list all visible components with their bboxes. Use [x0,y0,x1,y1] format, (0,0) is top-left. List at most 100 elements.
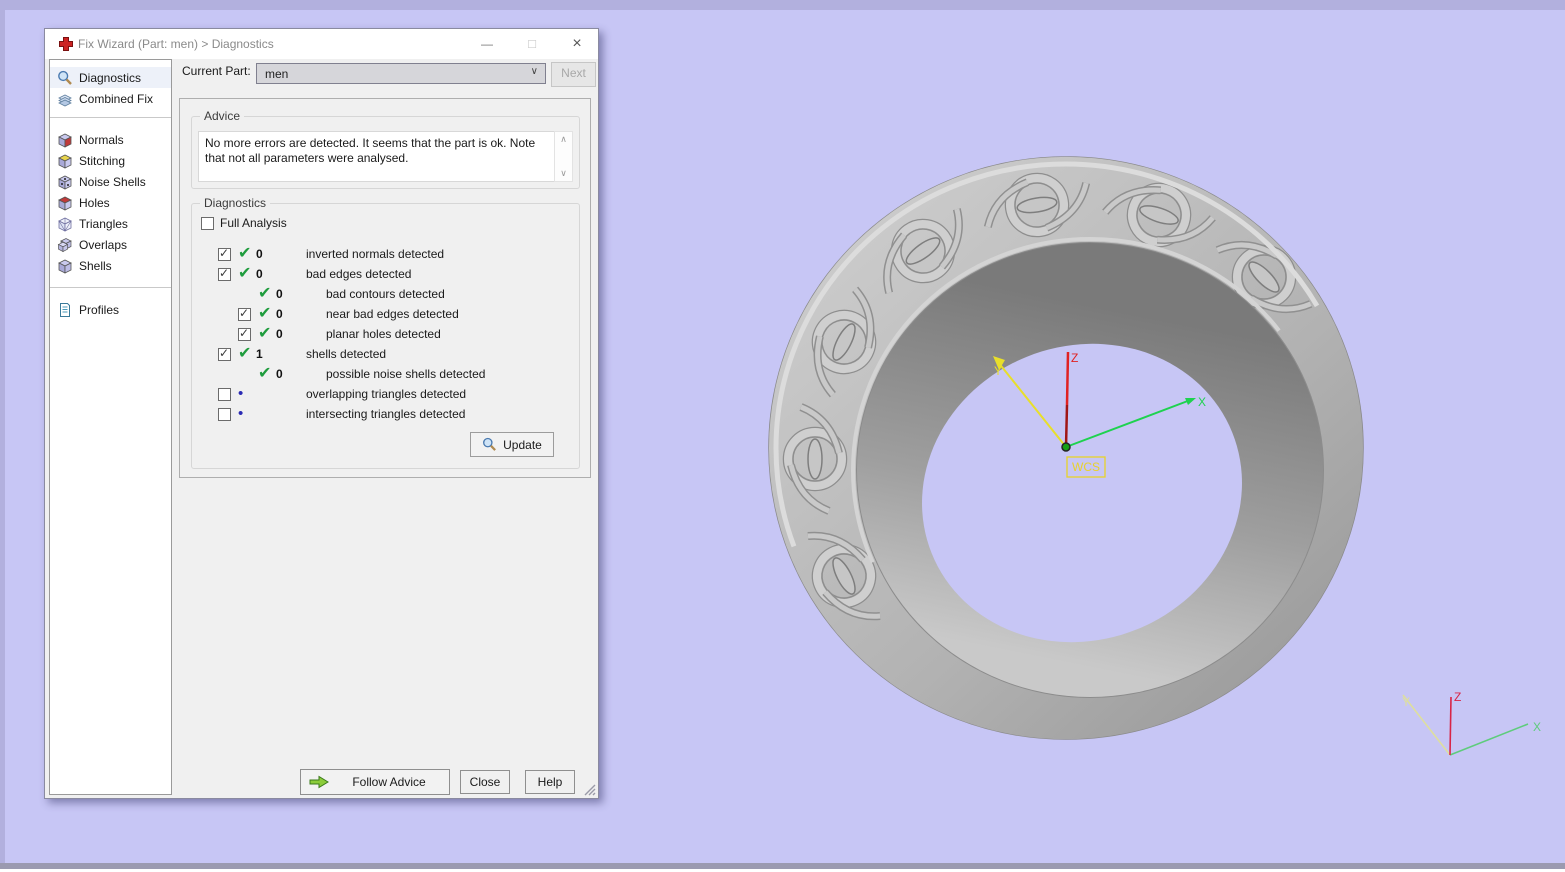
cube-dots-icon [57,174,73,190]
diagnostic-row-possible-noise-shells: ✔ 0 possible noise shells detected [192,364,579,384]
checkbox-check-icon: ✓ [239,306,249,320]
full-analysis-row: Full Analysis [201,216,287,230]
sidebar-item-label: Holes [79,196,110,210]
checkbox-check-icon: ✓ [219,346,229,360]
resize-grip[interactable] [583,783,596,796]
red-cross-app-icon [58,36,74,52]
row-checkbox[interactable]: ✓ [218,348,231,361]
stacked-sheets-icon [57,91,73,107]
row-count: 0 [256,267,300,281]
row-checkbox[interactable]: ✓ [218,248,231,261]
diagnostic-row-overlapping-triangles: • overlapping triangles detected [192,384,579,404]
row-checkbox[interactable] [218,408,231,421]
sidebar-item-diagnostics[interactable]: Diagnostics [50,67,171,88]
current-part-label: Current Part: [182,64,251,78]
triad-y-label: Y [1402,695,1410,709]
green-check-icon: ✔ [258,325,271,342]
advice-group-label: Advice [200,109,244,123]
maximize-button[interactable]: □ [516,31,548,57]
sidebar-item-combined-fix[interactable]: Combined Fix [50,88,171,109]
green-arrow-icon [309,775,329,789]
scroll-down-icon[interactable]: ∨ [555,168,572,179]
cube-plain-icon [57,258,73,274]
sidebar-item-overlaps[interactable]: Overlaps [50,234,171,255]
row-count: 1 [256,347,300,361]
sidebar-item-stitching[interactable]: Stitching [50,150,171,171]
cube-red-side-icon [57,132,73,148]
sidebar-item-label: Stitching [79,154,125,168]
row-label: overlapping triangles detected [306,387,466,401]
sidebar-item-label: Noise Shells [79,175,146,189]
wcs-label: WCS [1072,460,1100,474]
row-label: shells detected [306,347,386,361]
close-button[interactable]: Close [460,770,510,794]
help-button[interactable]: Help [525,770,575,794]
blue-dot-icon: • [238,405,243,422]
advice-scrollbar[interactable]: ∧ ∨ [554,131,573,182]
sidebar-item-normals[interactable]: Normals [50,129,171,150]
row-count: 0 [276,367,320,381]
chevron-down-icon: ∨ [531,66,538,77]
row-checkbox[interactable]: ✓ [218,268,231,281]
row-label: bad contours detected [326,287,445,301]
sidebar-item-holes[interactable]: Holes [50,192,171,213]
blue-dot-icon: • [238,385,243,402]
cube-yellow-top-icon [57,153,73,169]
scroll-up-icon[interactable]: ∧ [555,134,572,145]
update-button-label: Update [503,438,542,452]
row-checkbox[interactable]: ✓ [238,308,251,321]
update-button[interactable]: Update [470,432,554,457]
green-check-icon: ✔ [238,265,251,282]
viewport-left-edge [0,0,5,869]
magnifier-icon [482,437,497,452]
green-check-icon: ✔ [238,345,251,362]
document-icon [57,302,73,318]
row-label: inverted normals detected [306,247,444,261]
current-part-dropdown[interactable]: men ∨ [256,63,546,84]
diagnostics-rows: ✓ ✔ 0 inverted normals detected ✓ ✔ 0 ba… [192,244,579,424]
wcs-origin-marker [1062,443,1070,451]
sidebar-item-profiles[interactable]: Profiles [50,299,171,320]
row-count: 0 [276,307,320,321]
full-analysis-label: Full Analysis [220,216,287,230]
diagnostics-groupbox: Diagnostics Full Analysis ✓ ✔ 0 inverted… [191,203,580,469]
sidebar-item-label: Overlaps [79,238,127,252]
sidebar-item-label: Triangles [79,217,128,231]
diagnostic-row-shells: ✓ ✔ 1 shells detected [192,344,579,364]
row-checkbox[interactable] [218,388,231,401]
sidebar-item-shells[interactable]: Shells [50,255,171,276]
minimize-button[interactable]: — [471,31,503,57]
diagnostic-row-near-bad-edges: ✓ ✔ 0 near bad edges detected [192,304,579,324]
sidebar-item-label: Profiles [79,303,119,317]
current-part-value: men [265,67,288,81]
wcs-y-axis-label: Y [994,364,1002,378]
viewport-bottom-edge [0,863,1565,869]
diagnostic-row-inverted-normals: ✓ ✔ 0 inverted normals detected [192,244,579,264]
green-check-icon: ✔ [258,285,271,302]
cube-wireframe-icon [57,216,73,232]
magnifier-icon [57,70,73,86]
sidebar-item-label: Diagnostics [79,71,141,85]
green-check-icon: ✔ [258,305,271,322]
dialog-titlebar[interactable]: Fix Wizard (Part: men) > Diagnostics — □… [45,29,598,59]
follow-advice-button[interactable]: Follow Advice [300,769,450,795]
diagnostic-row-planar-holes: ✓ ✔ 0 planar holes detected [192,324,579,344]
row-label: planar holes detected [326,327,441,341]
diagnostics-panel: Advice No more errors are detected. It s… [179,98,591,478]
sidebar-item-label: Shells [79,259,112,273]
green-check-icon: ✔ [258,365,271,382]
sidebar-item-triangles[interactable]: Triangles [50,213,171,234]
sidebar-item-noise-shells[interactable]: Noise Shells [50,171,171,192]
diagnostic-row-bad-edges: ✓ ✔ 0 bad edges detected [192,264,579,284]
close-window-button[interactable]: × [561,31,593,57]
row-count: 0 [276,327,320,341]
diagnostic-row-intersecting-triangles: • intersecting triangles detected [192,404,579,424]
triad-x-label: X [1533,720,1541,734]
full-analysis-checkbox[interactable] [201,217,214,230]
row-label: intersecting triangles detected [306,407,465,421]
sidebar-separator [50,287,171,288]
next-button[interactable]: Next [551,62,596,87]
sidebar-separator [50,117,171,118]
row-checkbox[interactable]: ✓ [238,328,251,341]
fix-wizard-dialog: Fix Wizard (Part: men) > Diagnostics — □… [44,28,599,799]
